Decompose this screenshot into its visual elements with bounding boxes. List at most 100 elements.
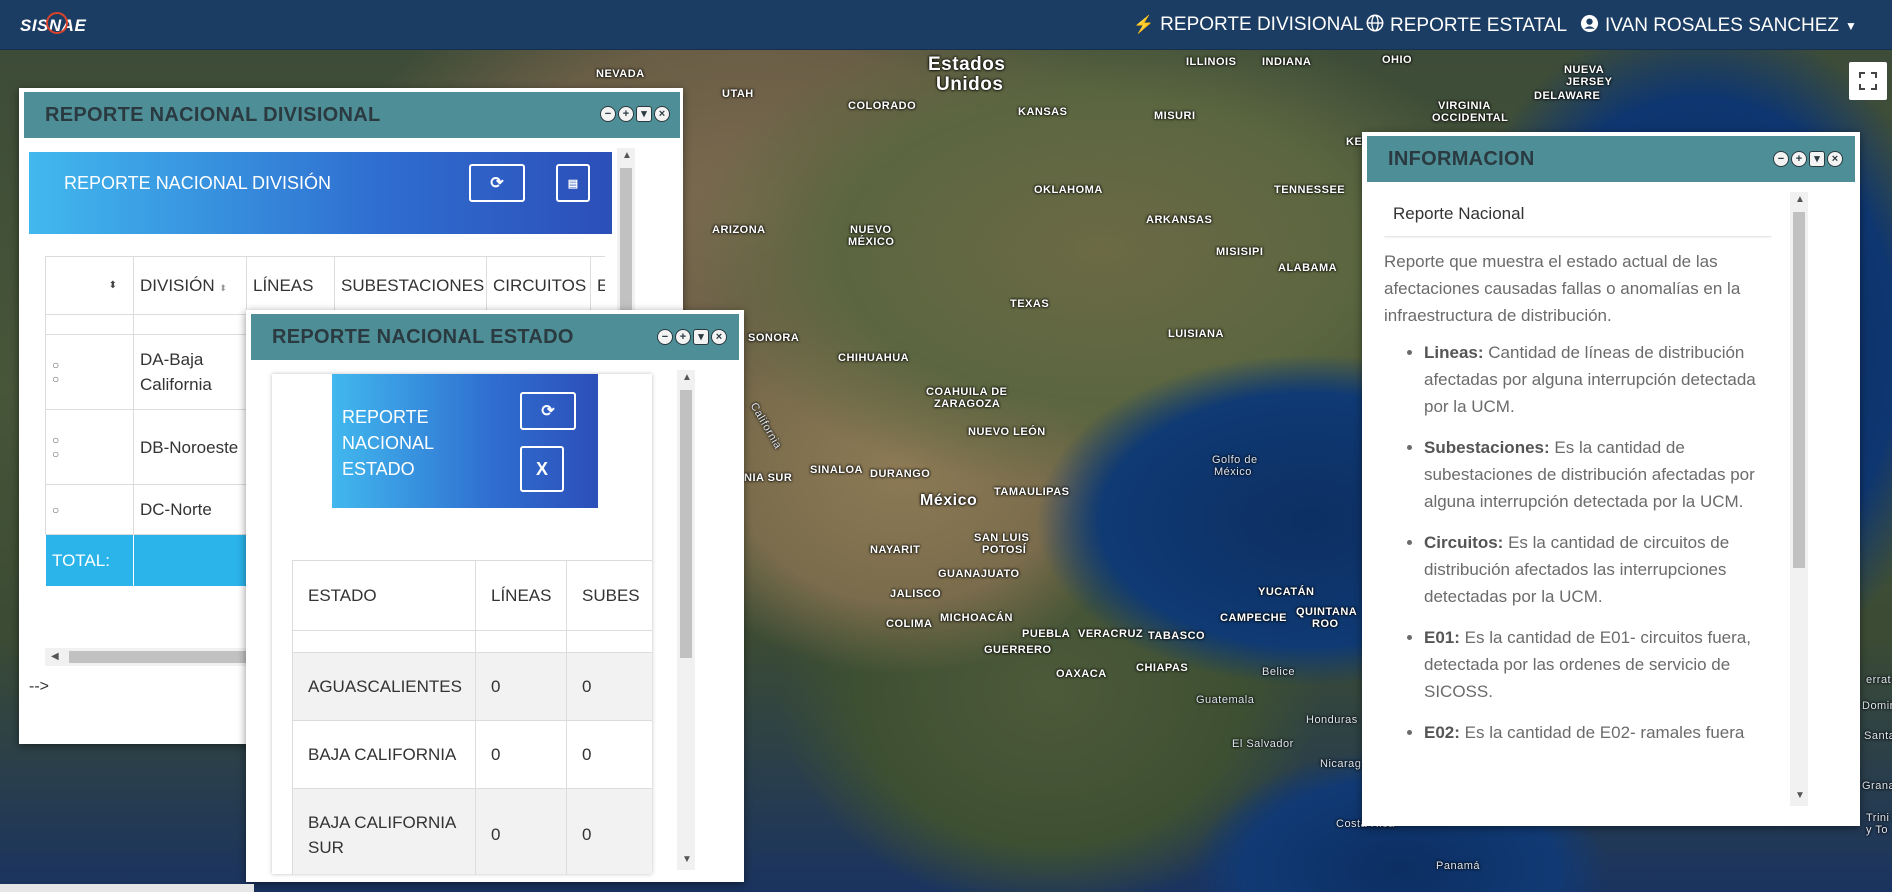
map-label: OCCIDENTAL (1432, 112, 1509, 124)
estado-name: AGUASCALIENTES (292, 652, 476, 721)
scroll-up-icon[interactable]: ▲ (1795, 194, 1805, 205)
scrollbar-thumb[interactable] (680, 390, 692, 658)
close-icon[interactable]: × (711, 329, 727, 345)
spacer-cell (292, 630, 476, 653)
column-header-circuitos[interactable]: CIRCUITOS (486, 256, 591, 315)
chevron-down-icon[interactable]: ▾ (636, 106, 652, 122)
maximize-icon[interactable]: + (675, 329, 691, 345)
vertical-scrollbar[interactable]: ▲ ▼ (677, 370, 695, 870)
map-label: México (1214, 466, 1252, 478)
division-name: DB-Noroeste (133, 409, 247, 485)
map-label: COLORADO (848, 100, 917, 112)
scroll-left-icon[interactable]: ◀ (51, 651, 59, 662)
map-label: ROO (1312, 618, 1339, 630)
map-label: UTAH (722, 88, 754, 100)
caret-down-icon: ▼ (1845, 19, 1857, 33)
spacer-cell (45, 314, 134, 335)
nav-reporte-divisional[interactable]: ⚡ REPORTE DIVISIONAL (1133, 14, 1364, 36)
map-label: DELAWARE (1534, 90, 1601, 102)
top-navbar: SISNAE ⚡ REPORTE DIVISIONAL REPORTE ESTA… (0, 0, 1892, 50)
map-label: NIA SUR (744, 472, 793, 484)
expand-toggle[interactable]: ○ ○ (45, 409, 134, 485)
map-label: GUANAJUATO (938, 568, 1020, 580)
info-item: E01: Es la cantidad de E01- circuitos fu… (1424, 624, 1772, 705)
total-cell (133, 534, 247, 587)
subes-value: 0 (566, 652, 652, 721)
close-icon[interactable]: × (1827, 151, 1843, 167)
map-label: NAYARIT (870, 544, 921, 556)
scroll-up-icon[interactable]: ▲ (682, 372, 692, 383)
maximize-icon[interactable]: + (1791, 151, 1807, 167)
map-label: NUEVA (1564, 64, 1605, 76)
column-header-subes[interactable]: SUBES (566, 560, 652, 631)
column-header-estado[interactable]: ESTADO (292, 560, 476, 631)
estado-table: ESTADO LÍNEAS SUBES AGUASCALIENTES 0 0 B… (292, 560, 652, 874)
window-header[interactable]: REPORTE NACIONAL DIVISIONAL (24, 92, 680, 138)
scrollbar-thumb[interactable] (1793, 212, 1805, 568)
bottom-bar-fragment (0, 884, 254, 892)
estado-content: REPORTE NACIONAL ESTADO ⟳ X ESTADO LÍNEA… (272, 374, 652, 874)
lineas-value: 0 (475, 720, 567, 789)
card-title: REPORTE NACIONAL ESTADO (342, 407, 434, 479)
map-label: TENNESSEE (1274, 184, 1346, 196)
window-controls: − + ▾ × (600, 106, 670, 122)
nav-reporte-estatal[interactable]: REPORTE ESTATAL (1366, 14, 1567, 37)
map-label: CAMPECHE (1220, 612, 1287, 624)
map-label: Guatemala (1196, 694, 1255, 706)
table-row[interactable]: BAJA CALIFORNIA SUR 0 0 (292, 788, 652, 874)
report-card: REPORTE NACIONAL ESTADO ⟳ X (332, 374, 598, 508)
total-label: TOTAL: (45, 534, 134, 587)
fullscreen-icon (1859, 72, 1877, 90)
refresh-button[interactable]: ⟳ (469, 164, 525, 202)
html-comment-text: --> (29, 678, 49, 695)
scroll-down-icon[interactable]: ▼ (1795, 790, 1805, 801)
subes-value: 0 (566, 720, 652, 789)
scroll-down-icon[interactable]: ▼ (682, 854, 692, 865)
minimize-icon[interactable]: − (657, 329, 673, 345)
user-menu-dropdown[interactable]: IVAN ROSALES SANCHEZ ▼ (1580, 14, 1857, 38)
info-item: Circuitos: Es la cantidad de circuitos d… (1424, 529, 1772, 610)
refresh-button[interactable]: ⟳ (520, 392, 576, 430)
brand-logo[interactable]: SISNAE (20, 12, 86, 36)
chevron-down-icon[interactable]: ▾ (1809, 151, 1825, 167)
map-label: MÉXICO (848, 236, 895, 248)
chevron-down-icon[interactable]: ▾ (693, 329, 709, 345)
map-label: KANSAS (1018, 106, 1068, 118)
maximize-icon[interactable]: + (618, 106, 634, 122)
sort-header[interactable]: ⬍ (45, 256, 134, 315)
map-label: TAMAULIPAS (994, 486, 1070, 498)
table-row[interactable]: AGUASCALIENTES 0 0 (292, 652, 652, 721)
table-row[interactable]: BAJA CALIFORNIA 0 0 (292, 720, 652, 789)
map-label: SINALOA (810, 464, 863, 476)
column-header-lineas[interactable]: LÍNEAS (246, 256, 335, 315)
close-icon[interactable]: × (654, 106, 670, 122)
minimize-icon[interactable]: − (1773, 151, 1789, 167)
scroll-up-icon[interactable]: ▲ (622, 150, 632, 161)
map-label: Nicarag (1320, 758, 1362, 770)
refresh-icon: ⟳ (490, 175, 504, 192)
minimize-icon[interactable]: − (600, 106, 616, 122)
info-intro: Reporte que muestra el estado actual de … (1384, 252, 1741, 325)
column-header-division[interactable]: DIVISIÓN ⬍ (133, 256, 247, 315)
map-label: Honduras (1306, 714, 1358, 726)
nav-label: REPORTE DIVISIONAL (1160, 14, 1364, 35)
export-excel-button[interactable]: X (520, 446, 564, 492)
window-estado: REPORTE NACIONAL ESTADO − + ▾ × REPORTE … (246, 310, 744, 882)
window-title: INFORMACION (1388, 147, 1535, 170)
expand-toggle[interactable]: ○ ○ (45, 334, 134, 410)
column-header-e[interactable]: E (590, 256, 605, 315)
map-label: DURANGO (870, 468, 931, 480)
column-header-lineas[interactable]: LÍNEAS (475, 560, 567, 631)
map-label: Estados (928, 54, 1006, 75)
column-header-subestaciones[interactable]: SUBESTACIONES (334, 256, 487, 315)
fullscreen-button[interactable] (1849, 62, 1887, 100)
map-label: Panamá (1436, 860, 1480, 872)
info-subtitle-box: Reporte Nacional (1384, 196, 1772, 236)
map-label: ZARAGOZA (934, 398, 1001, 410)
expand-toggle[interactable]: ○ (45, 484, 134, 535)
file-excel-icon: ▤ (567, 177, 579, 190)
map-label: NUEVO LEÓN (968, 426, 1046, 438)
vertical-scrollbar[interactable]: ▲ ▼ (1790, 192, 1808, 806)
export-excel-button[interactable]: ▤ (556, 164, 590, 202)
estado-name: BAJA CALIFORNIA SUR (292, 788, 476, 874)
